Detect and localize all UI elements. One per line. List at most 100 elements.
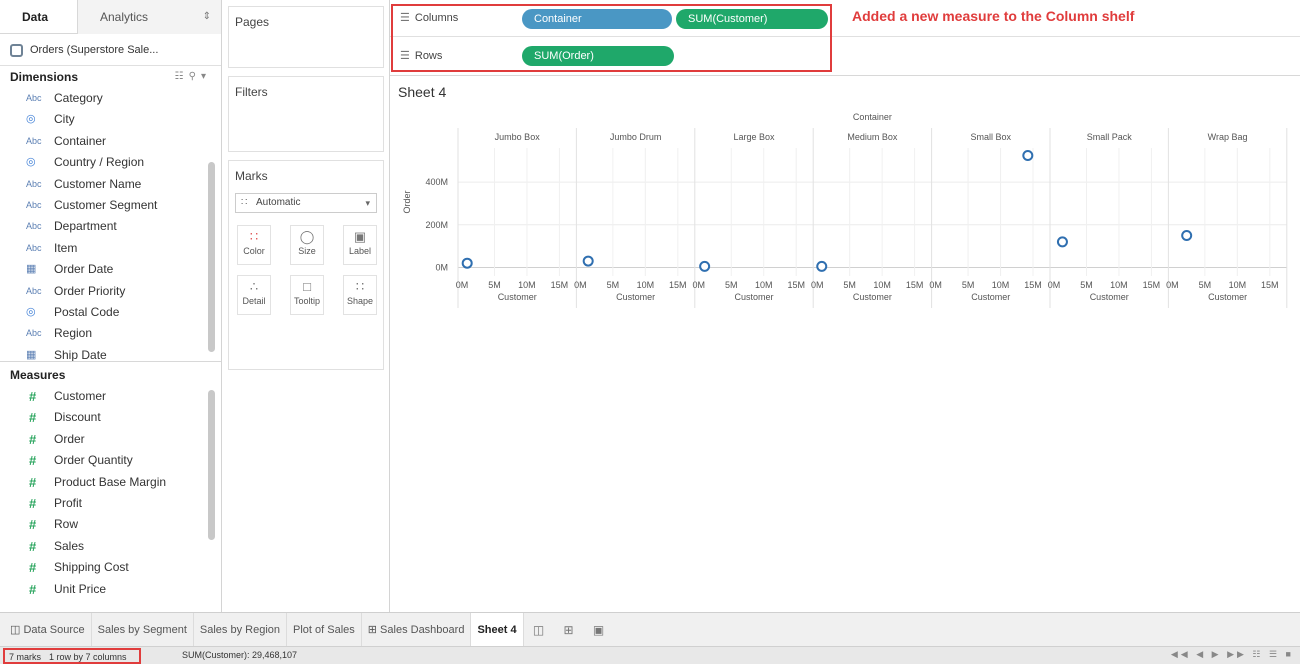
dimension-item[interactable]: ▦ Ship Date [0,345,221,361]
x-tick-label: 0M [574,280,587,290]
measure-item[interactable]: # Discount [0,407,221,428]
search-icon[interactable]: ⚲ [189,71,201,82]
dimension-item[interactable]: ◎ Country / Region [0,152,221,173]
number-type-icon: # [29,410,37,426]
mark-type-dropdown[interactable]: ∷ Automatic ▾ [235,193,377,213]
dimension-item[interactable]: Abc Customer Segment [0,195,221,216]
number-type-icon: # [29,389,37,404]
measure-item[interactable]: # Sales [0,536,221,557]
tab-sheet-4[interactable]: Sheet 4 [471,612,524,647]
dimension-label: Category [54,91,103,105]
dimensions-scrollbar[interactable] [208,162,215,352]
string-type-icon: Abc [26,199,42,210]
tab-plot-of-sales[interactable]: Plot of Sales [287,612,362,647]
string-type-icon: Abc [26,221,42,232]
measures-section: Measures # Customer # Discount # Order # Order … [0,364,221,600]
tab-data[interactable]: Data [0,0,78,34]
status-bar: 7 marks 1 row by 7 columns SUM(Customer):… [0,646,1300,664]
column-header-title: Container [853,112,892,122]
tab-menu-caret-icon[interactable]: ⇕ [203,0,211,34]
dimension-item[interactable]: Abc Item [0,238,221,259]
x-tick-label: 5M [1080,280,1093,290]
pane-header-label: Medium Box [847,132,898,142]
globe-icon: ◎ [26,305,36,318]
y-axis-label: Order [402,190,412,213]
string-type-icon: Abc [26,242,42,253]
pane-header-label: Small Box [971,132,1012,142]
dimension-label: Region [54,326,93,341]
x-axis-label: Customer [1090,292,1129,302]
scatter-point [461,257,473,269]
measure-item[interactable]: # Row [0,514,221,535]
dimension-item[interactable]: Abc Region [0,323,221,344]
measure-label: Profit [54,495,83,510]
tab-analytics[interactable]: Analytics ⇕ [78,0,221,34]
y-tick-label: 0M [435,262,448,272]
dimension-item[interactable]: ◎ Postal Code [0,302,221,323]
tab-sales-by-segment[interactable]: Sales by Segment [92,612,194,647]
dimension-item[interactable]: Abc Department [0,216,221,237]
cards-column: Pages Filters Marks ∷ Automatic ▾ ∷ Colo… [222,0,390,612]
pages-card[interactable]: Pages [228,6,384,68]
measure-item[interactable]: # Product Base Margin [0,472,221,493]
detail-button[interactable]: ∴ Detail [237,275,271,315]
view-toggle-icon[interactable]: ☷ [175,71,189,82]
new-worksheet-icon[interactable]: ◫ [524,623,554,637]
calendar-icon: ▦ [26,263,37,276]
dimension-label: City [54,112,75,127]
dimensions-section: Dimensions ☷⚲▾ Abc Category ◎ City Abc Contai… [0,66,221,362]
x-tick-label: 5M [843,280,856,290]
scatter-point [816,260,828,272]
color-label: Color [243,246,265,256]
new-story-icon[interactable]: ▣ [584,623,614,637]
label-button[interactable]: ▣ Label [343,225,377,265]
tab-sales-by-region[interactable]: Sales by Region [194,612,287,647]
x-tick-label: 10M [992,280,1010,290]
measure-label: Row [54,517,79,532]
number-type-icon: # [29,517,37,533]
dimension-item[interactable]: Abc Order Priority [0,281,221,302]
scatter-point [699,260,711,272]
dimension-item[interactable]: Abc Container [0,131,221,152]
x-tick-label: 15M [787,280,805,290]
size-button[interactable]: ◯ Size [290,225,324,265]
status-nav-icons[interactable]: ◀◀ ◀ ▶ ▶▶ ☷ ☰ ■ [1171,649,1294,660]
status-sum: SUM(Customer): 29,468,107 [182,650,298,660]
dimensions-title: Dimensions [10,70,79,84]
menu-caret-icon[interactable]: ▾ [201,71,211,82]
x-axis-label: Customer [498,292,537,302]
tooltip-button[interactable]: □ Tooltip [290,275,324,315]
dimension-item[interactable]: ▦ Order Date [0,259,221,280]
dimensions-header-icons[interactable]: ☷⚲▾ [175,66,211,88]
measure-item[interactable]: # Shipping Cost [0,557,221,578]
measure-item[interactable]: # Profit [0,493,221,514]
measure-item[interactable]: # Unit Price [0,579,221,600]
dashboard-icon: ⊞ [367,623,381,636]
chevron-down-icon: ▾ [365,198,370,208]
detail-icon: ∴ [249,279,259,294]
datasource-item[interactable]: Orders (Superstore Sale... [0,34,221,66]
x-tick-label: 5M [962,280,975,290]
shape-button[interactable]: ∷ Shape [343,275,377,315]
measures-scrollbar[interactable] [208,390,215,540]
dimensions-list: Abc Category ◎ City Abc Container ◎ Country / R… [0,88,221,361]
color-button[interactable]: ∷ Color [237,225,271,265]
measure-item[interactable]: # Customer [0,386,221,407]
dimension-item[interactable]: Abc Category [0,88,221,109]
scatter-point [1022,149,1034,161]
dimension-item[interactable]: Abc Customer Name [0,174,221,195]
measure-label: Unit Price [54,581,107,596]
x-tick-label: 0M [811,280,824,290]
measure-item[interactable]: # Order Quantity [0,450,221,471]
dimension-item[interactable]: ◎ City [0,109,221,130]
filters-card[interactable]: Filters [228,76,384,152]
marks-card: Marks ∷ Automatic ▾ ∷ Color ◯ Size ▣ Lab… [228,160,384,370]
tab-data-source[interactable]: ◫ Data Source [0,612,92,647]
measure-item[interactable]: # Order [0,429,221,450]
tab-sales-dashboard[interactable]: ⊞ Sales Dashboard [362,612,472,647]
new-dashboard-icon[interactable]: ⊞ [554,623,584,637]
tooltip-label: Tooltip [293,296,320,306]
pages-card-title: Pages [235,15,270,29]
scatter-point [582,255,594,267]
x-tick-label: 10M [1229,280,1247,290]
